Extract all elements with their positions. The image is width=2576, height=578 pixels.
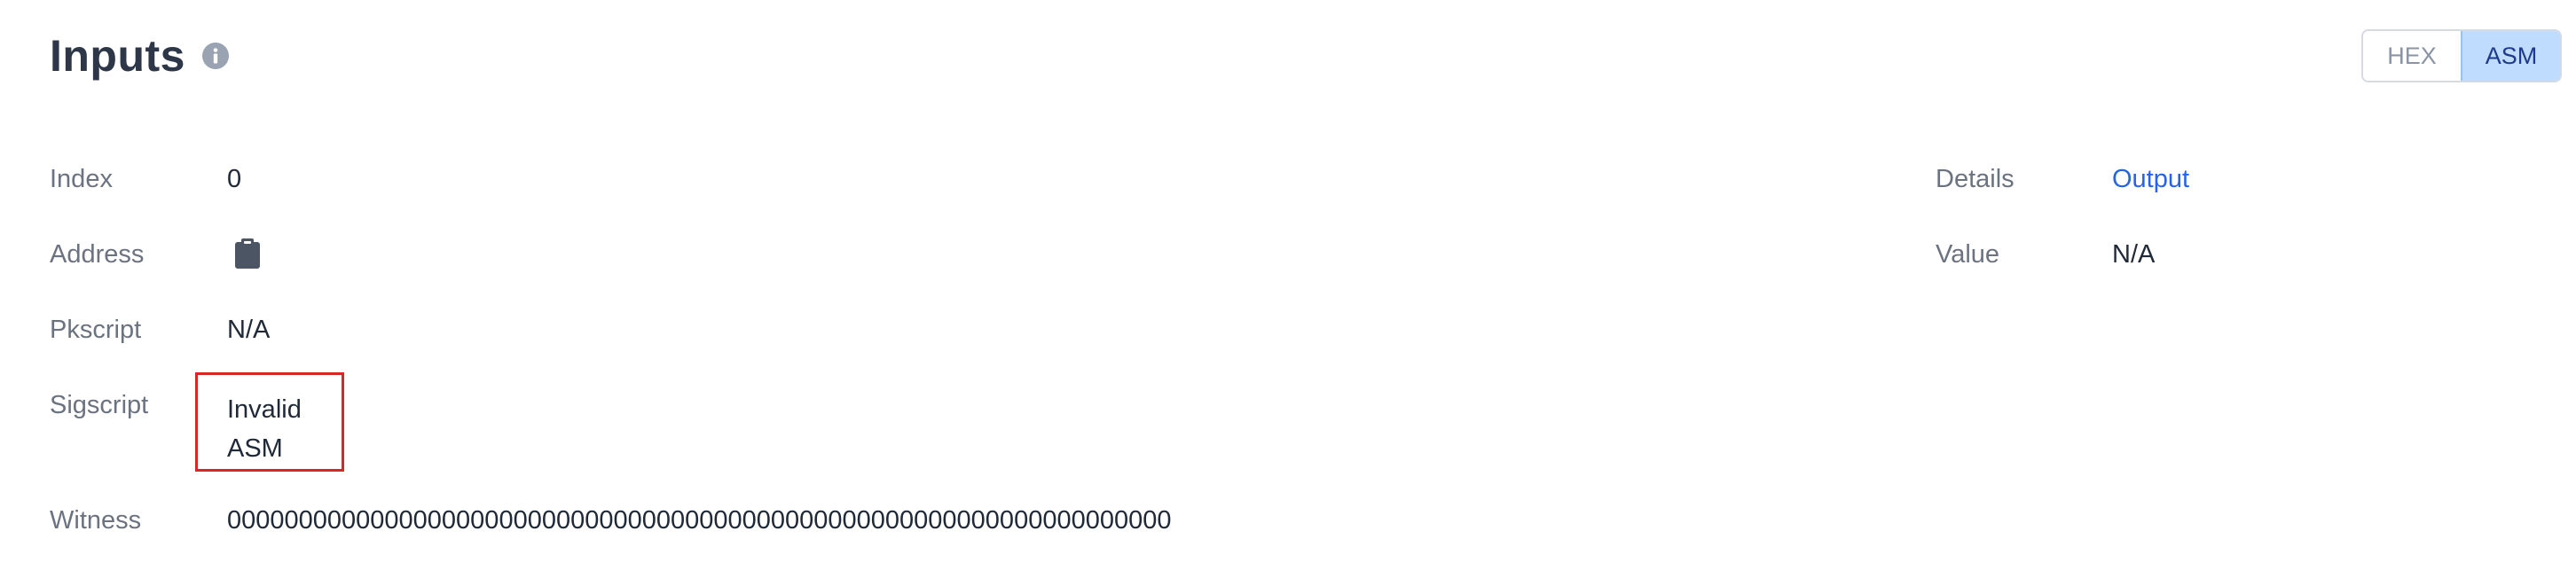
index-label: Index [50,165,113,193]
witness-label: Witness [50,506,142,535]
value-label: Value [1936,240,2000,269]
value-value: N/A [2112,240,2156,269]
inputs-panel: Inputs HEX ASM Index 0 Address Pkscript … [0,0,2576,578]
panel-header: Inputs [50,25,230,87]
clipboard-icon[interactable] [232,238,263,269]
page-title: Inputs [50,31,185,81]
pkscript-value: N/A [227,316,271,344]
details-label: Details [1936,165,2014,193]
sigscript-value: Invalid ASM [227,395,302,463]
output-link[interactable]: Output [2112,165,2189,194]
asm-toggle-button[interactable]: ASM [2461,31,2560,81]
sigscript-label: Sigscript [50,391,149,419]
hex-asm-toggle: HEX ASM [2361,29,2562,82]
index-value: 0 [227,165,242,193]
address-label: Address [50,240,145,269]
pkscript-label: Pkscript [50,316,142,344]
info-icon[interactable] [201,42,230,70]
witness-value: 0000000000000000000000000000000000000000… [227,506,1172,535]
hex-toggle-button[interactable]: HEX [2363,31,2461,81]
